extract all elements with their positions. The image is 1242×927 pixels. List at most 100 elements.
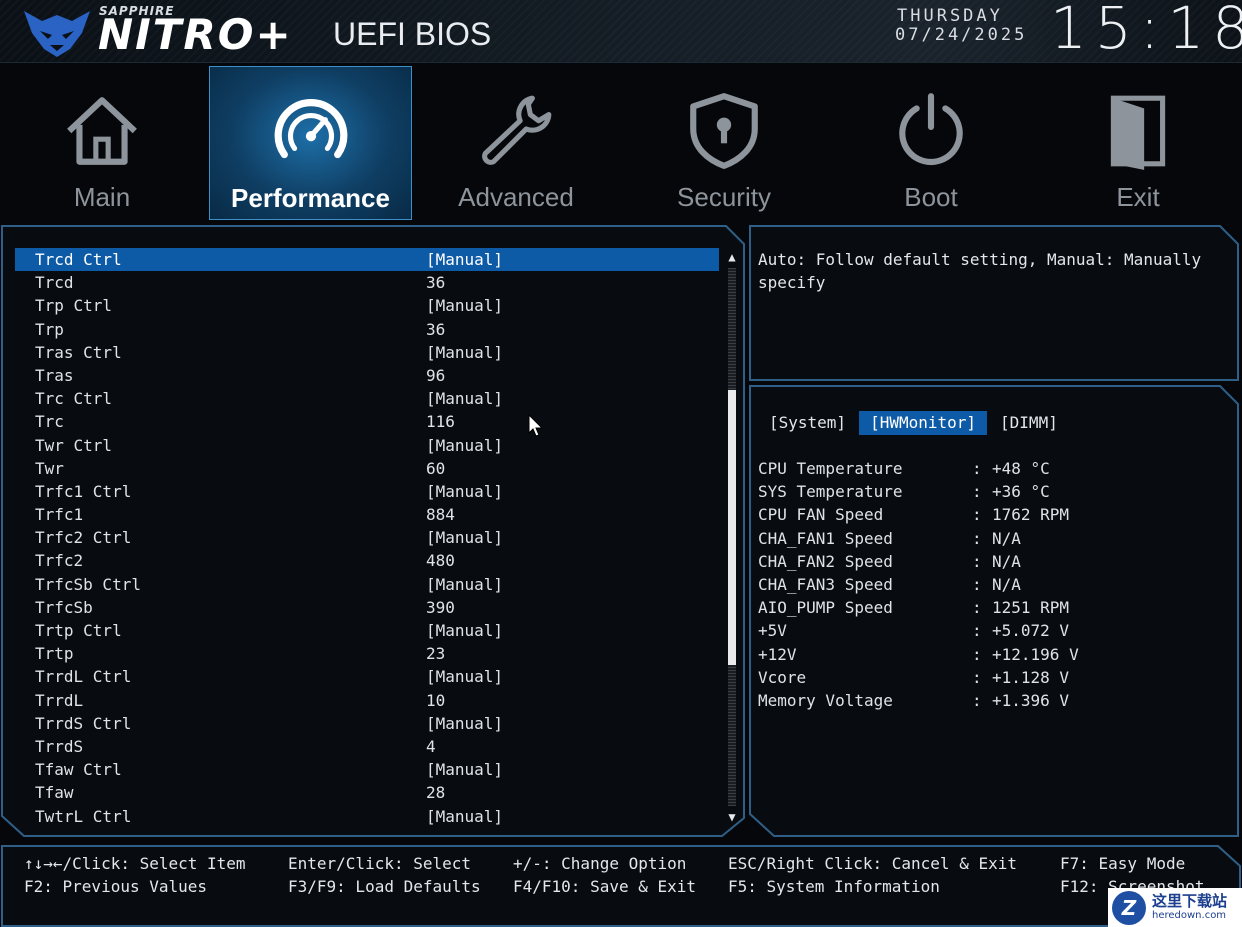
tab-security[interactable]: Security <box>624 66 824 218</box>
sensor-row: SYS Temperature: +36 °C <box>758 480 1218 503</box>
setting-value[interactable]: [Manual] <box>426 805 503 828</box>
tab-boot[interactable]: Boot <box>831 66 1031 218</box>
setting-row[interactable]: Trfc1 884 <box>15 503 719 526</box>
setting-value[interactable]: [Manual] <box>426 712 503 735</box>
setting-value[interactable]: 10 <box>426 689 445 712</box>
setting-row[interactable]: TwtrL Ctrl [Manual] <box>15 805 719 828</box>
setting-row[interactable]: TrrdS Ctrl [Manual] <box>15 712 719 735</box>
setting-value[interactable]: 116 <box>426 410 455 433</box>
setting-row[interactable]: Trfc2 480 <box>15 549 719 572</box>
sensor-name: CPU Temperature <box>758 459 903 478</box>
setting-value[interactable]: [Manual] <box>426 526 503 549</box>
setting-value[interactable]: 36 <box>426 318 445 341</box>
watermark-logo-icon: Z <box>1112 890 1146 925</box>
setting-label: TrrdS <box>35 736 84 756</box>
setting-row[interactable]: TrrdL 10 <box>15 689 719 712</box>
help-description: Auto: Follow default setting, Manual: Ma… <box>758 250 1202 292</box>
sensor-value: N/A <box>992 574 1021 594</box>
hint-load-defaults: F3/F9: Load Defaults <box>288 877 481 896</box>
sensor-row: CPU Temperature: +48 °C <box>758 457 1218 480</box>
setting-row[interactable]: Trcd 36 <box>15 271 719 294</box>
tab-performance[interactable]: Performance <box>209 66 412 220</box>
setting-value[interactable]: 480 <box>426 549 455 572</box>
setting-row[interactable]: Tfaw 28 <box>15 781 719 804</box>
scroll-down-icon[interactable]: ▼ <box>725 810 739 824</box>
setting-label: Tras <box>35 365 74 385</box>
setting-value[interactable]: 96 <box>426 364 445 387</box>
sensor-name: CPU FAN Speed <box>758 505 884 525</box>
setting-label: Tras Ctrl <box>35 342 122 362</box>
tab-label: Main <box>73 182 131 212</box>
setting-value[interactable]: [Manual] <box>426 619 503 642</box>
settings-scrollbar[interactable]: ▲ ▼ <box>725 250 739 824</box>
sensor-row: CHA_FAN1 Speed: N/A <box>758 527 1218 550</box>
sensor-name: CHA_FAN1 Speed <box>758 528 893 548</box>
setting-row[interactable]: TrfcSb 390 <box>15 596 719 619</box>
tab-label: Security <box>677 182 771 212</box>
sensor-row: CHA_FAN2 Speed: N/A <box>758 550 1218 573</box>
sensor-separator: : <box>972 690 982 710</box>
setting-label: Trfc1 <box>35 505 84 525</box>
tab-advanced[interactable]: Advanced <box>416 66 616 218</box>
scroll-thumb[interactable] <box>728 390 736 665</box>
tab-system[interactable]: [System] <box>768 411 847 435</box>
sensor-separator: : <box>972 482 982 502</box>
home-icon <box>67 97 137 165</box>
setting-row[interactable]: TrfcSb Ctrl [Manual] <box>15 573 719 596</box>
setting-value[interactable]: [Manual] <box>426 480 503 503</box>
bios-title: UEFI BIOS <box>333 16 492 52</box>
setting-value[interactable]: 884 <box>426 503 455 526</box>
setting-value[interactable]: [Manual] <box>426 758 503 781</box>
setting-value[interactable]: [Manual] <box>426 434 503 457</box>
setting-value[interactable]: [Manual] <box>426 573 503 596</box>
date: 07/24/2025 <box>895 25 1028 45</box>
setting-value[interactable]: 36 <box>426 271 445 294</box>
setting-row[interactable]: Tras Ctrl [Manual] <box>15 341 719 364</box>
setting-row[interactable]: TrrdS 4 <box>15 735 719 758</box>
setting-row[interactable]: Trtp 23 <box>15 642 719 665</box>
tab-exit[interactable]: Exit <box>1038 66 1238 218</box>
setting-value[interactable]: [Manual] <box>426 248 503 271</box>
setting-value[interactable]: 4 <box>426 735 436 758</box>
setting-row[interactable]: Tfaw Ctrl [Manual] <box>15 758 719 781</box>
setting-row[interactable]: Tras 96 <box>15 364 719 387</box>
setting-value[interactable]: 390 <box>426 596 455 619</box>
sensor-name: CHA_FAN2 Speed <box>758 551 893 571</box>
setting-value[interactable]: 60 <box>426 457 445 480</box>
setting-value[interactable]: [Manual] <box>426 341 503 364</box>
hint-cancel-exit: ESC/Right Click: Cancel & Exit <box>728 854 1017 873</box>
setting-row[interactable]: Trtp Ctrl [Manual] <box>15 619 719 642</box>
setting-row[interactable]: Trc Ctrl [Manual] <box>15 387 719 410</box>
hint-previous-values: F2: Previous Values <box>24 877 208 896</box>
sensor-value: N/A <box>992 528 1021 548</box>
tab-dimm[interactable]: [DIMM] <box>999 411 1059 435</box>
setting-value[interactable]: 28 <box>426 781 445 804</box>
setting-row[interactable]: Twr 60 <box>15 457 719 480</box>
setting-row[interactable]: TrrdL Ctrl [Manual] <box>15 665 719 688</box>
sensor-row: Vcore: +1.128 V <box>758 666 1218 689</box>
setting-value[interactable]: [Manual] <box>426 294 503 317</box>
mouse-pointer-icon <box>528 414 544 437</box>
sensor-row: CPU FAN Speed:1762 RPM <box>758 503 1218 526</box>
setting-label: Trcd <box>35 273 74 293</box>
setting-value[interactable]: 23 <box>426 642 445 665</box>
setting-row[interactable]: Trfc1 Ctrl [Manual] <box>15 480 719 503</box>
setting-value[interactable]: [Manual] <box>426 387 503 410</box>
setting-row[interactable]: Trcd Ctrl [Manual] <box>15 248 719 272</box>
setting-row[interactable]: Trp Ctrl [Manual] <box>15 294 719 317</box>
setting-row[interactable]: Trfc2 Ctrl [Manual] <box>15 526 719 549</box>
watermark-text: 这里下载站 heredown.com <box>1152 893 1227 922</box>
setting-label: Trfc1 Ctrl <box>35 481 132 501</box>
sensor-name: Memory Voltage <box>758 690 893 710</box>
setting-row[interactable]: Twr Ctrl [Manual] <box>15 434 719 457</box>
sensor-name: +12V <box>758 644 797 664</box>
watermark-url: heredown.com <box>1152 910 1227 921</box>
key-hints: ↑↓→←/Click: Select Item Enter/Click: Sel… <box>0 844 1242 927</box>
setting-label: Trfc2 <box>35 551 84 571</box>
scroll-up-icon[interactable]: ▲ <box>725 250 739 264</box>
tab-hwmonitor[interactable]: [HWMonitor] <box>859 411 988 435</box>
setting-value[interactable]: [Manual] <box>426 665 503 688</box>
setting-row[interactable]: Trc 116 <box>15 410 719 433</box>
tab-main[interactable]: Main <box>2 66 202 218</box>
setting-row[interactable]: Trp 36 <box>15 318 719 341</box>
